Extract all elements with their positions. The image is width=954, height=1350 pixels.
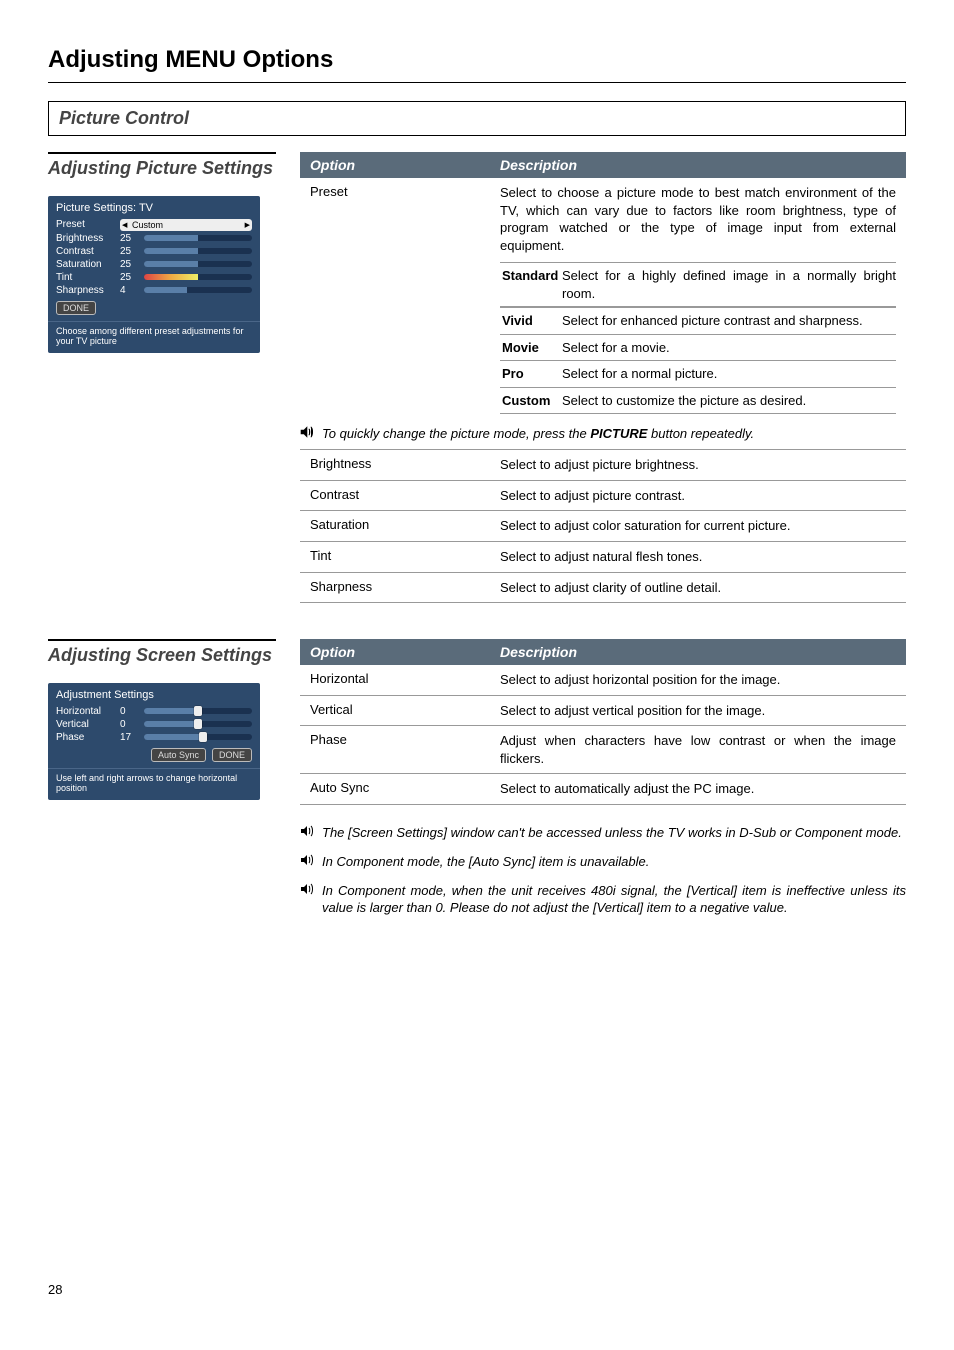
desc-brightness: Select to adjust picture brightness. [490,456,906,474]
opt-saturation: Saturation [300,517,490,532]
speaker-icon [300,883,316,898]
opt-contrast: Contrast [300,487,490,502]
note-2: In Component mode, the [Auto Sync] item … [322,854,906,871]
table-row: Preset Select to choose a picture mode t… [300,178,906,420]
screen-table-header: Option Description [300,639,906,665]
preset-custom-k: Custom [500,392,562,410]
picture-table-header: Option Description [300,152,906,178]
picture-settings-osd: Picture Settings: TV Preset ◀ Custom ▶ B… [48,196,260,354]
preset-standard-k: Standard [500,267,562,302]
table-row: Auto Sync Select to automatically adjust… [300,774,906,805]
osd-saturation-label: Saturation [56,259,114,270]
preset-vivid-v: Select for enhanced picture contrast and… [562,312,896,330]
note-3: In Component mode, when the unit receive… [322,883,906,917]
speaker-icon [300,825,316,840]
table-row: Contrast Select to adjust picture contra… [300,481,906,512]
osd-phase-slider[interactable] [144,732,252,742]
osd-brightness-label: Brightness [56,233,114,244]
table-row: Brightness Select to adjust picture brig… [300,450,906,481]
preset-standard-v: Select for a highly defined image in a n… [562,267,896,302]
table-row: Horizontal Select to adjust horizontal p… [300,665,906,696]
desc-sharpness: Select to adjust clarity of outline deta… [490,579,906,597]
speaker-icon [300,426,316,441]
osd-tint-label: Tint [56,272,114,283]
desc-horizontal: Select to adjust horizontal position for… [490,671,906,689]
osd-title: Adjustment Settings [48,683,260,705]
osd-brightness-value: 25 [120,233,138,244]
osd-horizontal-value: 0 [120,706,138,717]
table-row: Tint Select to adjust natural flesh tone… [300,542,906,573]
osd-contrast-slider[interactable] [144,246,252,256]
osd-autosync-button[interactable]: Auto Sync [151,748,206,762]
osd-saturation-value: 25 [120,259,138,270]
table-row: Vertical Select to adjust vertical posit… [300,696,906,727]
picture-note: To quickly change the picture mode, pres… [322,426,906,443]
osd-help-text: Choose among different preset adjustment… [48,321,260,354]
opt-autosync: Auto Sync [300,780,490,795]
osd-preset-label: Preset [56,219,114,230]
opt-tint: Tint [300,548,490,563]
osd-title: Picture Settings: TV [48,196,260,218]
title-rule [48,82,906,83]
desc-contrast: Select to adjust picture contrast. [490,487,906,505]
page-number: 28 [0,1282,954,1317]
preset-movie-v: Select for a movie. [562,339,896,357]
opt-brightness: Brightness [300,456,490,471]
table-row: Phase Adjust when characters have low co… [300,726,906,774]
note-1: The [Screen Settings] window can't be ac… [322,825,906,842]
osd-sharpness-slider[interactable] [144,285,252,295]
chevron-right-icon: ▶ [245,221,250,229]
osd-vertical-slider[interactable] [144,719,252,729]
preset-custom-v: Select to customize the picture as desir… [562,392,896,410]
osd-contrast-value: 25 [120,246,138,257]
osd-phase-label: Phase [56,732,114,743]
osd-horizontal-label: Horizontal [56,706,114,717]
osd-brightness-slider[interactable] [144,233,252,243]
osd-vertical-label: Vertical [56,719,114,730]
osd-vertical-value: 0 [120,719,138,730]
adjusting-screen-heading: Adjusting Screen Settings [48,639,276,667]
desc-vertical: Select to adjust vertical position for t… [490,702,906,720]
adjusting-picture-heading: Adjusting Picture Settings [48,152,276,180]
osd-contrast-label: Contrast [56,246,114,257]
preset-pro-k: Pro [500,365,562,383]
desc-tint: Select to adjust natural flesh tones. [490,548,906,566]
osd-horizontal-slider[interactable] [144,706,252,716]
opt-preset: Preset [300,184,490,199]
speaker-icon [300,854,316,869]
preset-vivid-k: Vivid [500,312,562,330]
osd-done-button[interactable]: DONE [212,748,252,762]
opt-sharpness: Sharpness [300,579,490,594]
chevron-left-icon: ◀ [122,221,127,229]
table-row: Saturation Select to adjust color satura… [300,511,906,542]
header-description: Description [490,152,906,178]
adjustment-settings-osd: Adjustment Settings Horizontal 0 Vertica… [48,683,260,801]
desc-phase: Adjust when characters have low contrast… [490,732,906,767]
opt-horizontal: Horizontal [300,671,490,686]
desc-preset: Select to choose a picture mode to best … [500,184,896,254]
desc-autosync: Select to automatically adjust the PC im… [490,780,906,798]
preset-pro-v: Select for a normal picture. [562,365,896,383]
osd-saturation-slider[interactable] [144,259,252,269]
page-title: Adjusting MENU Options [48,46,906,74]
osd-preset-value: Custom [132,220,163,230]
osd-preset-select[interactable]: ◀ Custom ▶ [120,219,252,231]
osd-tint-slider[interactable] [144,272,252,282]
section-heading: Picture Control [48,101,906,136]
osd-sharpness-label: Sharpness [56,285,114,296]
table-row: Sharpness Select to adjust clarity of ou… [300,573,906,604]
header-option: Option [300,639,490,665]
osd-tint-value: 25 [120,272,138,283]
opt-phase: Phase [300,732,490,747]
opt-vertical: Vertical [300,702,490,717]
header-description: Description [490,639,906,665]
preset-movie-k: Movie [500,339,562,357]
header-option: Option [300,152,490,178]
osd-done-button[interactable]: DONE [56,301,96,315]
osd-help-text: Use left and right arrows to change hori… [48,768,260,801]
osd-phase-value: 17 [120,732,138,743]
desc-saturation: Select to adjust color saturation for cu… [490,517,906,535]
osd-sharpness-value: 4 [120,285,138,296]
